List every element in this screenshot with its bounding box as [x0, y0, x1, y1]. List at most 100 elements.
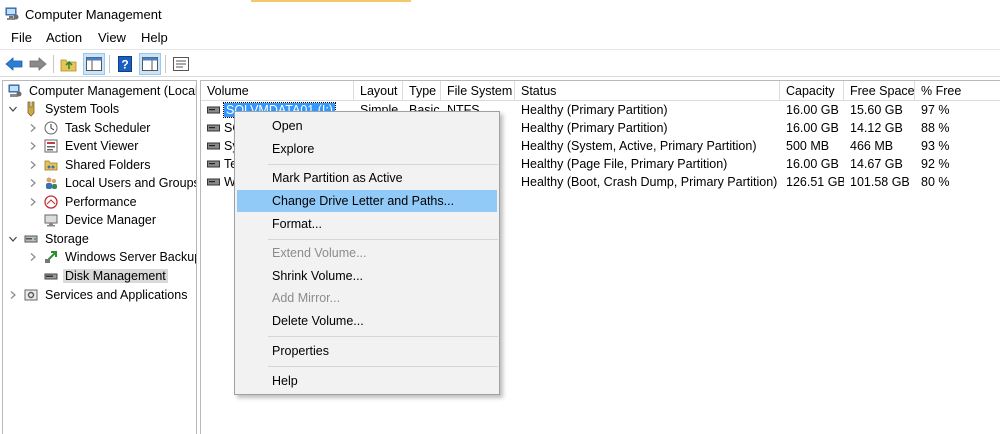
show-hide-action-pane-button[interactable]: [139, 53, 161, 75]
cell-percent-free: 93 %: [921, 139, 950, 153]
column-header-row: Volume Layout Type File System Status Ca…: [201, 81, 1000, 101]
cell-capacity: 16.00 GB: [786, 157, 839, 171]
chevron-right-icon[interactable]: [7, 289, 19, 301]
menu-item-mark-active[interactable]: Mark Partition as Active: [237, 167, 497, 189]
volume-icon: [207, 178, 220, 186]
tree-label: Performance: [65, 195, 137, 209]
cell-percent-free: 80 %: [921, 175, 950, 189]
back-button[interactable]: [3, 53, 25, 75]
tree-label: Computer Management (Local: [29, 84, 197, 98]
menu-separator: [268, 336, 498, 337]
menu-file[interactable]: File: [11, 30, 32, 45]
chevron-down-icon[interactable]: [7, 103, 19, 115]
cell-status: Healthy (Boot, Crash Dump, Primary Parti…: [521, 175, 778, 189]
volume-icon: [207, 124, 220, 132]
task-scheduler-icon: [43, 120, 59, 136]
device-manager-icon: [43, 212, 59, 228]
cell-percent-free: 97 %: [921, 103, 950, 117]
title-bar[interactable]: Computer Management: [0, 0, 1000, 28]
event-viewer-icon: [43, 138, 59, 154]
tree-item-computer-management[interactable]: Computer Management (Local: [7, 82, 197, 100]
help-button[interactable]: ?: [114, 53, 136, 75]
menu-view[interactable]: View: [98, 30, 126, 45]
forward-button[interactable]: [27, 53, 49, 75]
cell-status: Healthy (Primary Partition): [521, 121, 668, 135]
help-icon: ?: [118, 56, 132, 72]
window-title: Computer Management: [25, 7, 162, 22]
tree-item-task-scheduler[interactable]: Task Scheduler: [27, 119, 152, 137]
volume-icon: [207, 142, 220, 150]
cell-capacity: 16.00 GB: [786, 103, 839, 117]
menu-item-shrink-volume[interactable]: Shrink Volume...: [237, 265, 497, 287]
column-header-file-system[interactable]: File System: [441, 81, 515, 101]
cell-free-space: 101.58 GB: [850, 175, 910, 189]
tree-item-shared-folders[interactable]: Shared Folders: [27, 156, 152, 174]
chevron-right-icon[interactable]: [27, 159, 39, 171]
menu-action[interactable]: Action: [46, 30, 82, 45]
menu-separator: [268, 164, 498, 165]
menu-item-format[interactable]: Format...: [237, 213, 497, 235]
menu-help[interactable]: Help: [141, 30, 168, 45]
tree-label: Storage: [45, 232, 89, 246]
chevron-down-icon[interactable]: [7, 233, 19, 245]
tree-item-device-manager[interactable]: Device Manager: [43, 211, 158, 229]
cell-status: Healthy (Primary Partition): [521, 103, 668, 117]
chevron-right-icon[interactable]: [27, 177, 39, 189]
volume-icon: [207, 106, 220, 114]
show-hide-tree-icon: [86, 57, 102, 71]
column-header-volume[interactable]: Volume: [201, 81, 354, 101]
menu-item-properties[interactable]: Properties: [237, 340, 497, 362]
cell-capacity: 500 MB: [786, 139, 830, 153]
menu-item-delete-volume[interactable]: Delete Volume...: [237, 310, 497, 332]
tree-item-storage[interactable]: Storage: [7, 230, 91, 248]
column-header-layout[interactable]: Layout: [354, 81, 403, 101]
computer-management-window: Computer Management File Action View Hel…: [0, 0, 1000, 434]
cell-capacity: 16.00 GB: [786, 121, 839, 135]
chevron-right-icon[interactable]: [27, 140, 39, 152]
column-header-percent-free[interactable]: % Free: [915, 81, 1000, 101]
up-one-level-button[interactable]: [58, 53, 80, 75]
chevron-right-icon[interactable]: [27, 251, 39, 263]
storage-icon: [23, 231, 39, 247]
title-accent: [251, 0, 411, 2]
tree-item-system-tools[interactable]: System Tools: [7, 100, 121, 118]
properties-pane-icon: [142, 57, 158, 71]
toolbar-separator: [165, 55, 166, 73]
menu-item-help[interactable]: Help: [237, 370, 497, 392]
svg-text:?: ?: [121, 58, 128, 72]
chevron-right-icon[interactable]: [27, 196, 39, 208]
show-hide-console-tree-button[interactable]: [83, 53, 105, 75]
tree-label: Local Users and Groups: [65, 176, 197, 190]
export-list-icon: [173, 57, 189, 71]
up-folder-icon: [60, 59, 77, 72]
tree-label: Event Viewer: [65, 139, 139, 153]
column-header-free-space[interactable]: Free Space: [844, 81, 915, 101]
menu-item-explore[interactable]: Explore: [237, 138, 497, 160]
tree-item-performance[interactable]: Performance: [27, 193, 139, 211]
tree-item-services-applications[interactable]: Services and Applications: [7, 286, 189, 304]
cell-free-space: 14.67 GB: [850, 157, 903, 171]
cell-free-space: 466 MB: [850, 139, 894, 153]
column-header-status[interactable]: Status: [515, 81, 780, 101]
tree-label: Services and Applications: [45, 288, 188, 302]
performance-icon: [43, 194, 59, 210]
cell-status: Healthy (System, Active, Primary Partiti…: [521, 139, 757, 153]
volume-context-menu: Open Explore Mark Partition as Active Ch…: [234, 111, 500, 395]
column-header-type[interactable]: Type: [403, 81, 441, 101]
menu-item-open[interactable]: Open: [237, 115, 497, 137]
toolbar-separator: [109, 55, 110, 73]
chevron-right-icon[interactable]: [27, 122, 39, 134]
menu-bar: File Action View Help: [0, 28, 1000, 48]
cell-free-space: 14.12 GB: [850, 121, 903, 135]
toolbar: ?: [0, 49, 1000, 77]
menu-item-change-drive-letter[interactable]: Change Drive Letter and Paths...: [237, 190, 497, 212]
tree-item-disk-management[interactable]: Disk Management: [43, 267, 168, 285]
tree-item-event-viewer[interactable]: Event Viewer: [27, 137, 140, 155]
tree-item-windows-server-backup[interactable]: Windows Server Backup: [27, 248, 196, 266]
menu-separator: [268, 239, 498, 240]
export-list-button[interactable]: [170, 53, 192, 75]
column-header-capacity[interactable]: Capacity: [780, 81, 844, 101]
tree-label: Device Manager: [65, 213, 157, 227]
tree-item-local-users-groups[interactable]: Local Users and Groups: [27, 174, 197, 192]
cell-free-space: 15.60 GB: [850, 103, 903, 117]
